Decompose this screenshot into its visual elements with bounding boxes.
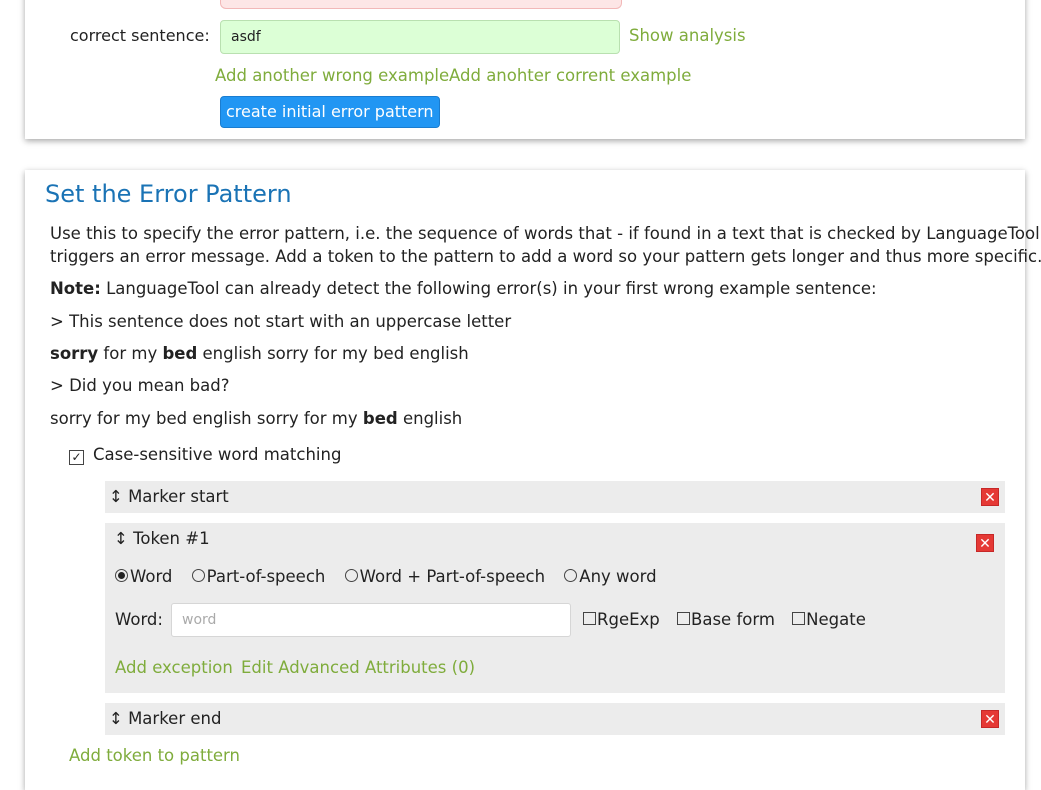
highlighted-word: bed <box>162 344 198 363</box>
case-sensitive-label: Case-sensitive word matching <box>93 445 342 464</box>
negate-option[interactable]: Negate <box>792 610 866 629</box>
token-type-radios: Word Part-of-speech Word + Part-of-speec… <box>115 567 671 586</box>
sentence-text: english <box>397 409 463 428</box>
radio-any-word[interactable]: Any word <box>564 567 657 586</box>
base-form-option[interactable]: Base form <box>677 610 775 629</box>
radio-icon[interactable] <box>344 569 358 582</box>
radio-selected-icon[interactable] <box>115 569 128 582</box>
example-sentences-panel: correct sentence: Show analysis Add anot… <box>25 0 1025 139</box>
case-sensitive-option[interactable]: ✓ Case-sensitive word matching <box>69 445 341 465</box>
radio-word-and-pos[interactable]: Word + Part-of-speech <box>344 567 546 586</box>
token-title: ↕ Token #1 <box>114 529 210 548</box>
regexp-option[interactable]: RgeExp <box>583 610 660 629</box>
show-analysis-link[interactable]: Show analysis <box>629 26 746 45</box>
create-error-pattern-button[interactable]: create initial error pattern <box>220 96 440 128</box>
marker-start-label: ↕ Marker start <box>109 487 229 506</box>
word-label: Word: <box>115 610 163 629</box>
checkbox-icon[interactable] <box>583 612 596 625</box>
option-label: RgeExp <box>597 610 660 629</box>
wrong-sentence-input[interactable] <box>220 0 622 9</box>
radio-icon[interactable] <box>191 569 205 582</box>
note-line: Note: LanguageTool can already detect th… <box>50 277 877 300</box>
error-message: > This sentence does not start with an u… <box>50 312 512 331</box>
radio-part-of-speech[interactable]: Part-of-speech <box>191 567 326 586</box>
add-wrong-example-link[interactable]: Add another wrong example <box>215 66 449 85</box>
token-options: RgeExp Base form Negate <box>583 610 878 629</box>
description-line-1: Use this to specify the error pattern, i… <box>50 224 1041 243</box>
note-label: Note: <box>50 279 101 298</box>
radio-word[interactable]: Word <box>115 567 172 586</box>
token-row[interactable]: ↕ Token #1 ✕ Word Part-of-speech Word + … <box>105 523 1005 693</box>
section-title: Set the Error Pattern <box>45 180 292 208</box>
radio-label: Part-of-speech <box>206 567 326 586</box>
sentence-text: sorry for my bed english sorry for my <box>50 409 363 428</box>
radio-label: Any word <box>579 567 657 586</box>
correct-sentence-label: correct sentence: <box>70 26 210 45</box>
correct-sentence-input[interactable] <box>220 20 620 54</box>
checkbox-icon[interactable] <box>677 612 691 625</box>
word-input[interactable] <box>171 603 571 637</box>
close-icon[interactable]: ✕ <box>976 534 994 552</box>
marker-end-label: ↕ Marker end <box>109 709 222 728</box>
close-icon[interactable]: ✕ <box>981 488 999 506</box>
checkbox-checked-icon[interactable]: ✓ <box>69 450 84 465</box>
marker-end-row[interactable]: ↕ Marker end ✕ <box>105 703 1005 735</box>
error-pattern-panel: Set the Error Pattern Use this to specif… <box>25 170 1041 790</box>
checkbox-icon[interactable] <box>792 612 806 625</box>
add-correct-example-link[interactable]: Add anohter corrent example <box>449 66 691 85</box>
option-label: Base form <box>691 610 775 629</box>
option-label: Negate <box>806 610 866 629</box>
add-exception-link[interactable]: Add exception <box>115 658 233 677</box>
close-icon[interactable]: ✕ <box>981 710 999 728</box>
marker-start-row[interactable]: ↕ Marker start ✕ <box>105 481 1005 513</box>
sentence-text: english sorry for my bed english <box>197 344 469 363</box>
highlighted-word: sorry <box>50 344 99 363</box>
edit-advanced-attributes-link[interactable]: Edit Advanced Attributes (0) <box>241 658 475 677</box>
error-sentence: sorry for my bed english sorry for my be… <box>50 407 462 430</box>
sentence-text: for my <box>98 344 163 363</box>
error-sentence: sorry for my bed english sorry for my be… <box>50 342 469 365</box>
add-token-link[interactable]: Add token to pattern <box>69 746 240 765</box>
radio-icon[interactable] <box>564 569 578 582</box>
error-message: > Did you mean bad? <box>50 376 230 395</box>
description-line-2: triggers an error message. Add a token t… <box>50 247 1041 266</box>
highlighted-word: bed <box>362 409 398 428</box>
radio-label: Word + Part-of-speech <box>359 567 546 586</box>
note-text: LanguageTool can already detect the foll… <box>100 279 877 298</box>
radio-label: Word <box>130 567 173 586</box>
